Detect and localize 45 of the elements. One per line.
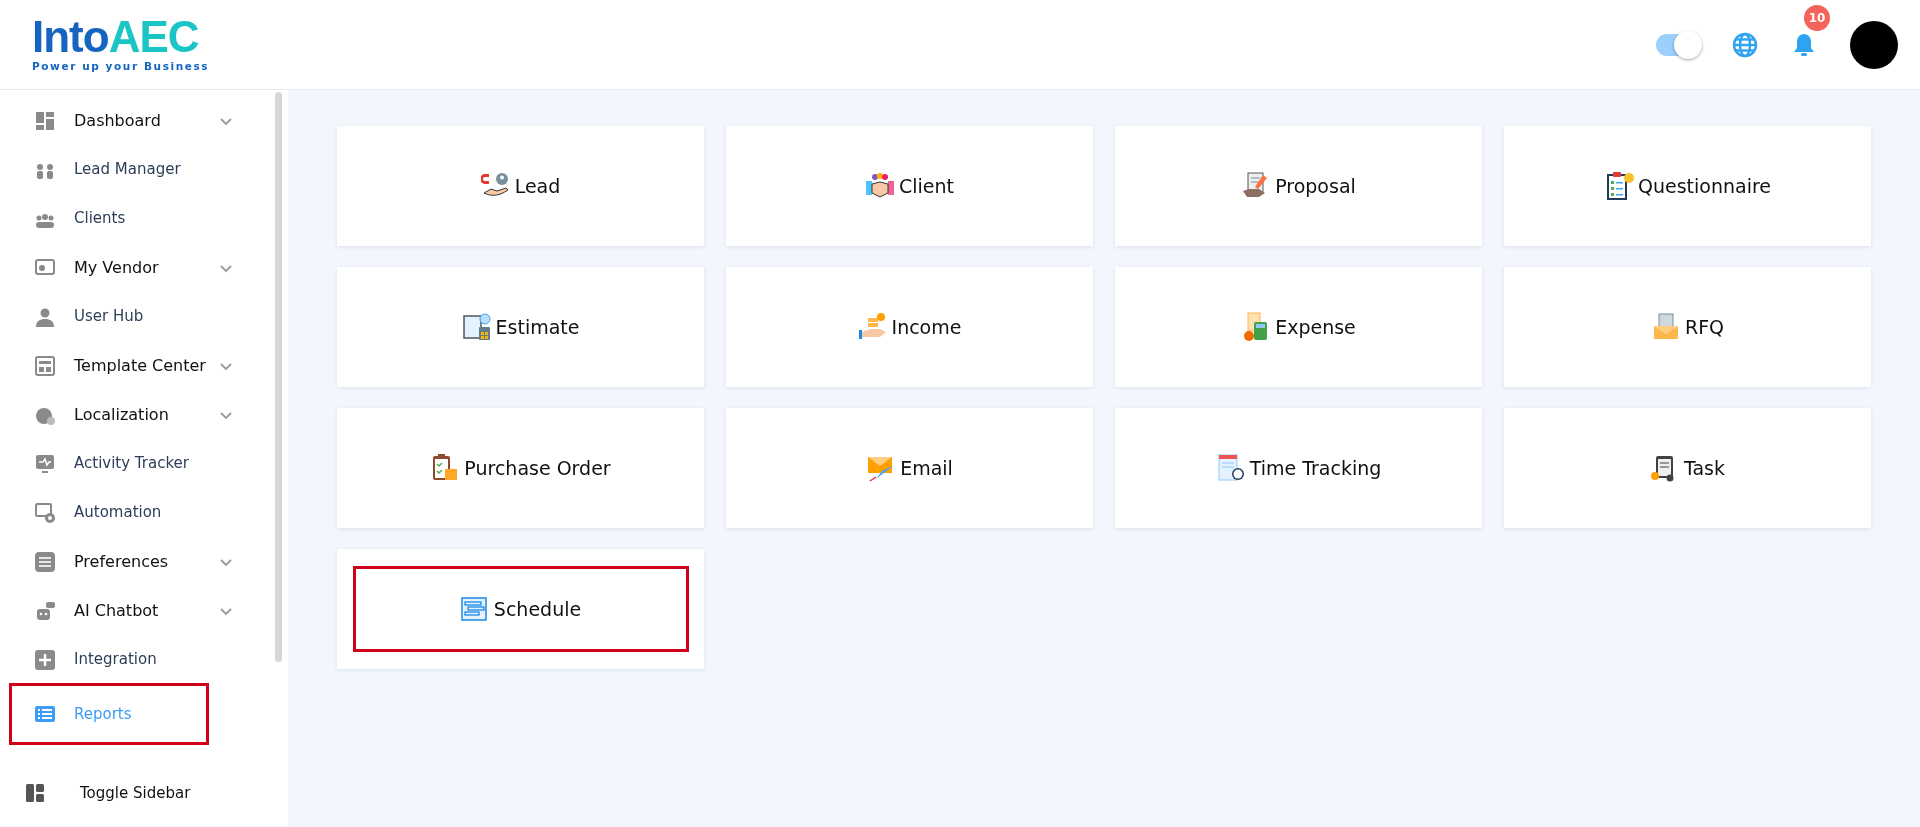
module-card[interactable]: Estimate <box>337 267 704 387</box>
sidebar-layout-icon <box>24 782 46 804</box>
document-clock-icon <box>1215 453 1246 483</box>
module-card[interactable]: Email <box>726 408 1093 528</box>
list-icon <box>34 703 56 725</box>
module-card[interactable]: Time Tracking <box>1115 408 1482 528</box>
plus-square-icon <box>34 648 56 671</box>
notification-badge: 10 <box>1804 4 1830 31</box>
sidebar-item[interactable]: Clients <box>10 194 250 243</box>
module-card[interactable]: Purchase Order <box>337 408 704 528</box>
module-card[interactable]: Expense <box>1115 267 1482 387</box>
globe-icon[interactable] <box>1732 31 1758 58</box>
sliders-icon <box>34 550 56 573</box>
schedule-list-icon <box>459 594 490 624</box>
layout-icon <box>34 354 56 377</box>
clipboard-question-icon <box>1604 171 1634 201</box>
coins-hand-icon <box>857 312 888 342</box>
clipboard-calculator-icon <box>461 312 492 342</box>
sidebar-item[interactable]: Integration <box>10 635 250 684</box>
sidebar-item[interactable]: Preferences <box>10 537 250 586</box>
monitor-icon <box>34 452 56 475</box>
scrollbar[interactable] <box>275 92 282 662</box>
module-card[interactable]: Lead <box>337 126 704 246</box>
module-card[interactable]: Client <box>726 126 1093 246</box>
grid-icon <box>34 109 56 132</box>
sidebar-item[interactable]: My Vendor <box>10 243 250 292</box>
logo-wordmark: IntoAEC <box>32 14 200 59</box>
sidebar-item[interactable]: Dashboard <box>10 96 250 145</box>
logo-tagline: Power up your Business <box>32 58 210 74</box>
sidebar-item[interactable]: Template Center <box>10 341 250 390</box>
module-card[interactable]: Schedule <box>337 549 704 669</box>
sidebar-item[interactable]: Activity Tracker <box>10 439 250 488</box>
sidebar-item[interactable]: Lead Manager <box>10 145 250 194</box>
module-card[interactable]: Task <box>1504 408 1871 528</box>
bell-icon[interactable] <box>1792 31 1816 58</box>
sidebar-item[interactable]: Localization <box>10 390 250 439</box>
module-card[interactable]: RFQ <box>1504 267 1871 387</box>
sidebar-item[interactable]: AI Chatbot <box>10 586 250 635</box>
toggle-sidebar-button[interactable]: Toggle Sidebar <box>0 768 288 818</box>
module-card[interactable]: Questionnaire <box>1504 126 1871 246</box>
module-card[interactable]: Income <box>726 267 1093 387</box>
sidebar-item[interactable]: Automation <box>10 488 250 537</box>
module-card[interactable]: Proposal <box>1115 126 1482 246</box>
sidebar-item[interactable]: User Hub <box>10 292 250 341</box>
avatar[interactable] <box>1850 20 1898 69</box>
